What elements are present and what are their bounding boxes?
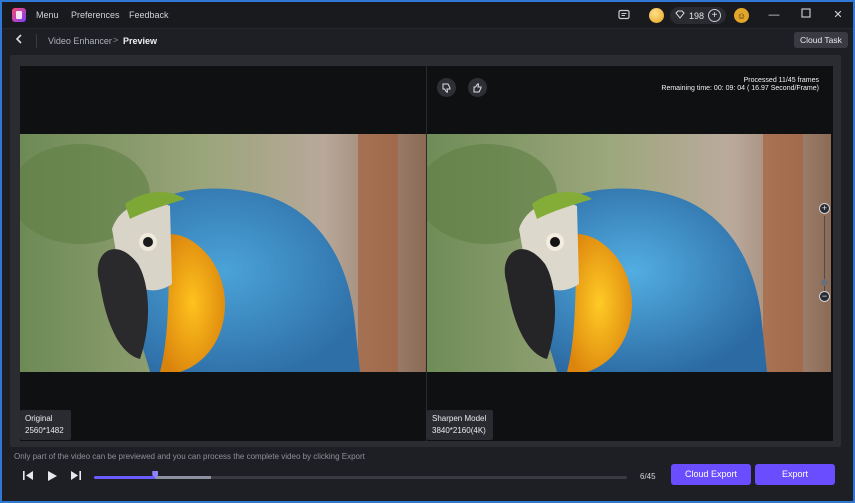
divider	[36, 34, 37, 48]
breadcrumb: Video Enhancer > Preview Cloud Task	[2, 28, 853, 52]
original-resolution: 2560*1482	[25, 426, 64, 435]
thumbs-up-icon[interactable]	[468, 78, 487, 97]
preview-notice: Only part of the video can be previewed …	[14, 452, 365, 461]
sharpened-image	[427, 134, 831, 372]
breadcrumb-separator: >	[113, 35, 119, 45]
feedback-button[interactable]: Feedback	[129, 10, 169, 20]
original-label: Original	[25, 414, 53, 423]
remaining-time-text: Remaining time: 00: 09: 04 ( 16.97 Secon…	[661, 85, 819, 92]
cloud-export-button[interactable]: Cloud Export	[671, 464, 751, 485]
maximize-icon[interactable]	[799, 8, 813, 22]
close-icon[interactable]: ✕	[831, 8, 845, 22]
timeline-track[interactable]	[94, 476, 627, 479]
timeline-progress	[94, 476, 156, 479]
zoom-out-icon[interactable]: −	[819, 291, 830, 302]
menu-button[interactable]: Menu	[36, 10, 59, 20]
timeline-buffer	[155, 476, 212, 479]
breadcrumb-parent[interactable]: Video Enhancer	[48, 36, 112, 46]
model-label: Sharpen Model	[432, 414, 487, 423]
page-title: Preview	[123, 36, 158, 46]
processed-frames-text: Processed 11/45 frames	[743, 77, 819, 84]
gem-count: 198	[689, 10, 705, 21]
cloud-task-button[interactable]: Cloud Task	[794, 32, 848, 48]
avatar[interactable]: ☺	[734, 8, 749, 23]
export-button[interactable]: Export	[755, 464, 835, 485]
split-divider[interactable]	[426, 66, 427, 441]
play-icon[interactable]	[47, 470, 58, 485]
preferences-button[interactable]: Preferences	[71, 10, 120, 20]
coin-icon[interactable]	[649, 8, 664, 23]
original-image	[20, 134, 426, 372]
app-logo-icon	[12, 8, 26, 22]
model-tag: Sharpen Model 3840*2160(4K)	[427, 410, 493, 440]
minimize-icon[interactable]: —	[767, 8, 781, 22]
message-icon[interactable]	[616, 7, 632, 23]
zoom-in-icon[interactable]: +	[819, 203, 830, 214]
diamond-icon	[675, 10, 685, 21]
next-frame-icon[interactable]	[70, 470, 82, 484]
title-bar: Menu Preferences Feedback 198 + ☺ — ✕	[2, 2, 853, 28]
frame-count: 6/45	[640, 472, 656, 481]
original-tag: Original 2560*1482	[20, 410, 71, 440]
zoom-slider-handle[interactable]	[821, 279, 828, 286]
add-gems-icon[interactable]: +	[708, 9, 722, 22]
gem-balance[interactable]: 198 +	[670, 7, 726, 24]
model-resolution: 3840*2160(4K)	[432, 426, 486, 435]
thumbs-down-icon[interactable]	[437, 78, 456, 97]
back-icon[interactable]	[14, 33, 24, 48]
previous-frame-icon[interactable]	[22, 470, 34, 484]
